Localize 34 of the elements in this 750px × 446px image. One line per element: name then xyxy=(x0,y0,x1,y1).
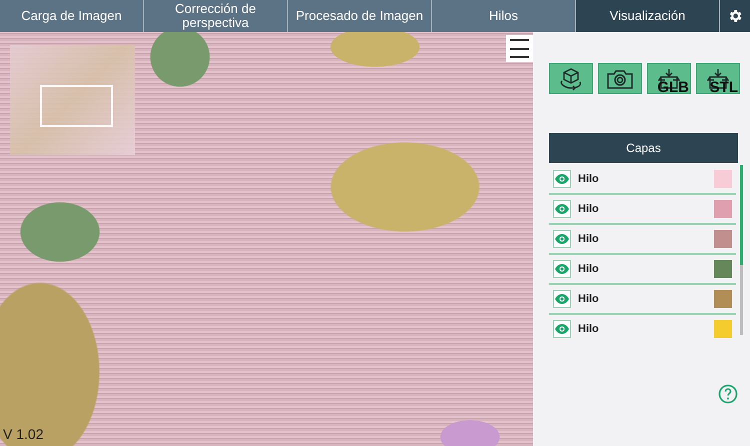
visibility-toggle[interactable] xyxy=(553,200,571,218)
minimap[interactable] xyxy=(10,45,135,155)
layer-name: Hilo xyxy=(578,323,600,335)
visibility-toggle[interactable] xyxy=(553,260,571,278)
version-label: V 1.02 xyxy=(3,426,44,442)
layers-header: Capas xyxy=(549,133,738,163)
viewport-frame[interactable] xyxy=(40,85,113,127)
help-icon xyxy=(718,384,738,404)
visibility-toggle[interactable] xyxy=(553,170,571,188)
settings-icon xyxy=(727,8,743,24)
cube-rotate-icon xyxy=(558,66,584,90)
export-button[interactable]: GLB xyxy=(647,63,691,94)
eye-icon xyxy=(555,264,569,274)
menu-button[interactable] xyxy=(506,35,533,62)
eye-icon xyxy=(555,204,569,214)
eye-icon xyxy=(555,174,569,184)
visibility-toggle[interactable] xyxy=(553,290,571,308)
eye-icon xyxy=(555,234,569,244)
rotate-button[interactable] xyxy=(549,63,593,94)
layer-name: Hilo xyxy=(578,203,600,215)
settings-button[interactable] xyxy=(720,0,750,32)
layer-name: Hilo xyxy=(578,173,600,185)
layer-name: Hilo xyxy=(578,263,600,275)
layer-name: Hilo xyxy=(578,293,600,305)
screenshot-button[interactable] xyxy=(598,63,642,94)
visibility-toggle[interactable] xyxy=(553,320,571,338)
camera-icon xyxy=(606,68,634,90)
scrollbar[interactable] xyxy=(740,165,743,335)
tab[interactable]: Visualización xyxy=(576,0,720,32)
visibility-toggle[interactable] xyxy=(553,230,571,248)
eye-icon xyxy=(555,294,569,304)
eye-icon xyxy=(555,324,569,334)
layer-name: Hilo xyxy=(578,233,600,245)
export-button[interactable]: STL xyxy=(696,63,740,94)
